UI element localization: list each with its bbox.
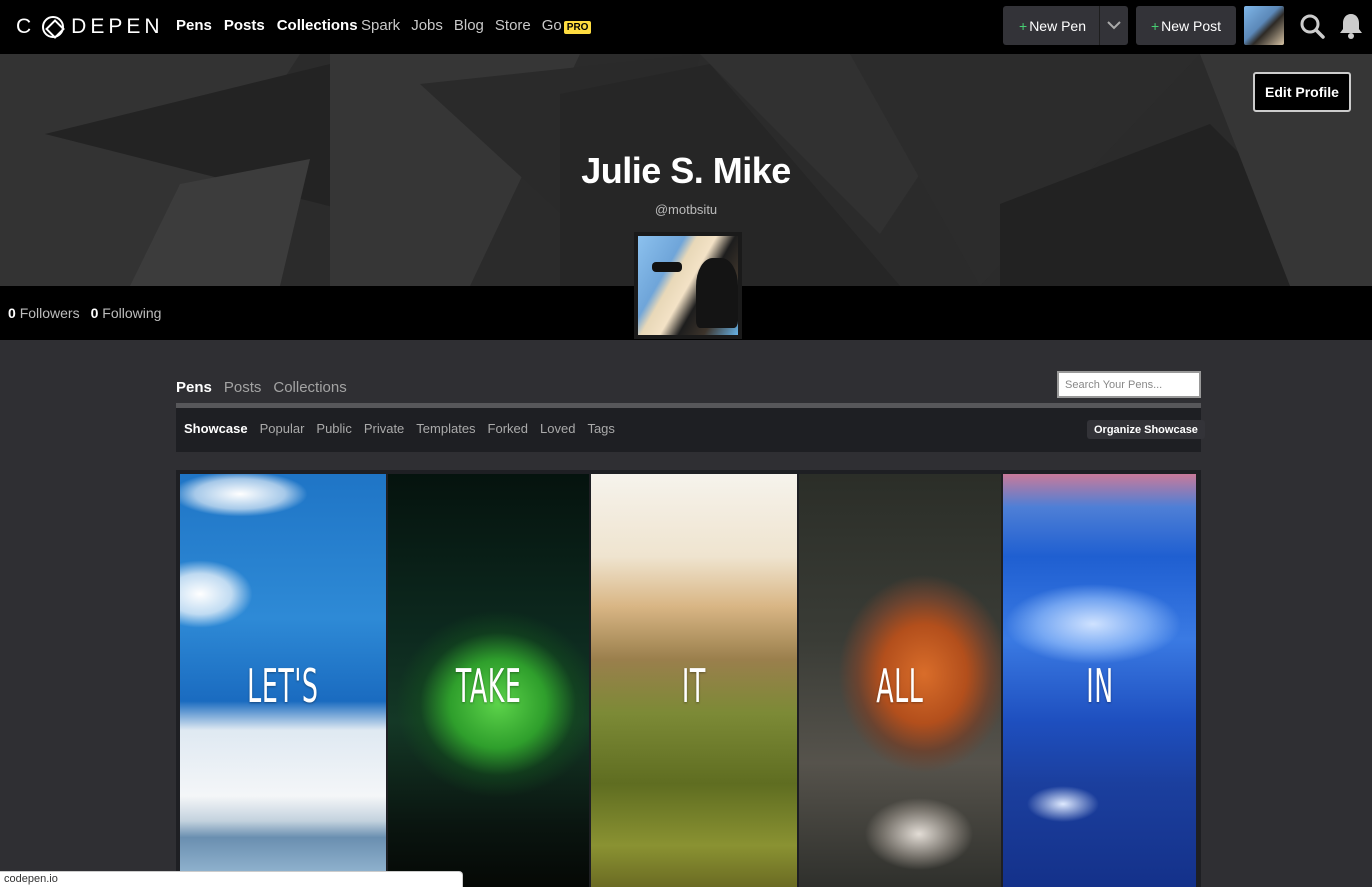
- plus-icon: +: [1150, 17, 1160, 34]
- subtab-tags[interactable]: Tags: [587, 421, 614, 436]
- new-post-button[interactable]: + New Post: [1136, 6, 1236, 45]
- tab-posts[interactable]: Posts: [224, 379, 262, 396]
- subtab-popular[interactable]: Popular: [260, 421, 305, 436]
- panel-word: IN: [1085, 658, 1114, 713]
- logo-text-depen: DEPEN: [71, 15, 164, 38]
- subtab-loved[interactable]: Loved: [540, 421, 575, 436]
- subtab-forked[interactable]: Forked: [488, 421, 528, 436]
- browser-status-url: codepen.io: [0, 871, 463, 887]
- showcase-panel-snow-mountains: LET'S: [180, 474, 386, 887]
- tab-pens[interactable]: Pens: [176, 379, 212, 396]
- nav-link-pens[interactable]: Pens: [176, 17, 212, 34]
- logo-text-c: C: [16, 15, 36, 38]
- subtab-showcase[interactable]: Showcase: [184, 421, 248, 436]
- panel-word: ALL: [876, 658, 924, 713]
- profile-avatar: [634, 232, 742, 339]
- nav-link-collections[interactable]: Collections: [277, 17, 358, 34]
- nav-link-spark[interactable]: Spark: [361, 17, 400, 34]
- profile-handle[interactable]: @motbsitu: [0, 202, 1372, 217]
- new-pen-button[interactable]: + New Pen: [1003, 18, 1099, 34]
- pen-filter-subtabs: Showcase Popular Public Private Template…: [184, 421, 615, 436]
- nav-link-go[interactable]: Go PRO: [542, 17, 592, 34]
- showcase-panel-fox: ALL: [799, 474, 1001, 887]
- subtab-private[interactable]: Private: [364, 421, 404, 436]
- follow-stats: 0 Followers 0 Following: [8, 305, 161, 321]
- search-pens-input[interactable]: [1057, 371, 1201, 398]
- tab-collections[interactable]: Collections: [273, 379, 346, 396]
- following-label: Following: [102, 305, 162, 321]
- user-avatar[interactable]: [1244, 6, 1284, 45]
- panel-word: IT: [681, 658, 707, 713]
- following-count: 0: [90, 305, 99, 321]
- followers-count: 0: [8, 305, 16, 321]
- secondary-nav: Spark Jobs Blog Store Go PRO: [361, 17, 592, 34]
- codepen-logo[interactable]: C DEPEN: [16, 14, 164, 40]
- panel-word: LET'S: [247, 658, 319, 713]
- panel-word: TAKE: [455, 658, 522, 713]
- followers-label: Followers: [19, 305, 80, 321]
- following-link[interactable]: 0 Following: [91, 305, 162, 321]
- new-pen-label: New Pen: [1029, 17, 1086, 34]
- showcase-panel-ridge-hike: IT: [591, 474, 797, 887]
- bell-icon[interactable]: [1338, 12, 1364, 40]
- pro-badge: PRO: [563, 21, 592, 34]
- profile-content-tabs: Pens Posts Collections: [176, 379, 347, 396]
- nav-link-jobs[interactable]: Jobs: [411, 17, 443, 34]
- subtab-templates[interactable]: Templates: [416, 421, 475, 436]
- new-pen-button-group: + New Pen: [1003, 6, 1128, 45]
- new-pen-dropdown-button[interactable]: [1100, 21, 1128, 30]
- primary-nav: Pens Posts Collections: [176, 17, 358, 34]
- subtab-public[interactable]: Public: [316, 421, 351, 436]
- showcase-panel-clouds: IN: [1003, 474, 1196, 887]
- followers-link[interactable]: 0 Followers: [8, 305, 80, 321]
- organize-showcase-button[interactable]: Organize Showcase: [1087, 420, 1205, 439]
- nav-link-blog[interactable]: Blog: [454, 17, 484, 34]
- profile-avatar-image: [638, 236, 738, 335]
- nav-link-store[interactable]: Store: [495, 17, 531, 34]
- go-label: Go: [541, 17, 562, 34]
- chevron-down-icon: [1107, 21, 1121, 30]
- profile-name: Julie S. Mike: [581, 150, 791, 191]
- new-post-label: New Post: [1161, 17, 1222, 34]
- plus-icon: +: [1019, 17, 1028, 34]
- codepen-logo-icon: [42, 16, 65, 38]
- showcase-panel-aurora: TAKE: [388, 474, 589, 887]
- search-icon[interactable]: [1299, 13, 1325, 39]
- edit-profile-button[interactable]: Edit Profile: [1253, 72, 1351, 112]
- nav-link-posts[interactable]: Posts: [224, 17, 265, 34]
